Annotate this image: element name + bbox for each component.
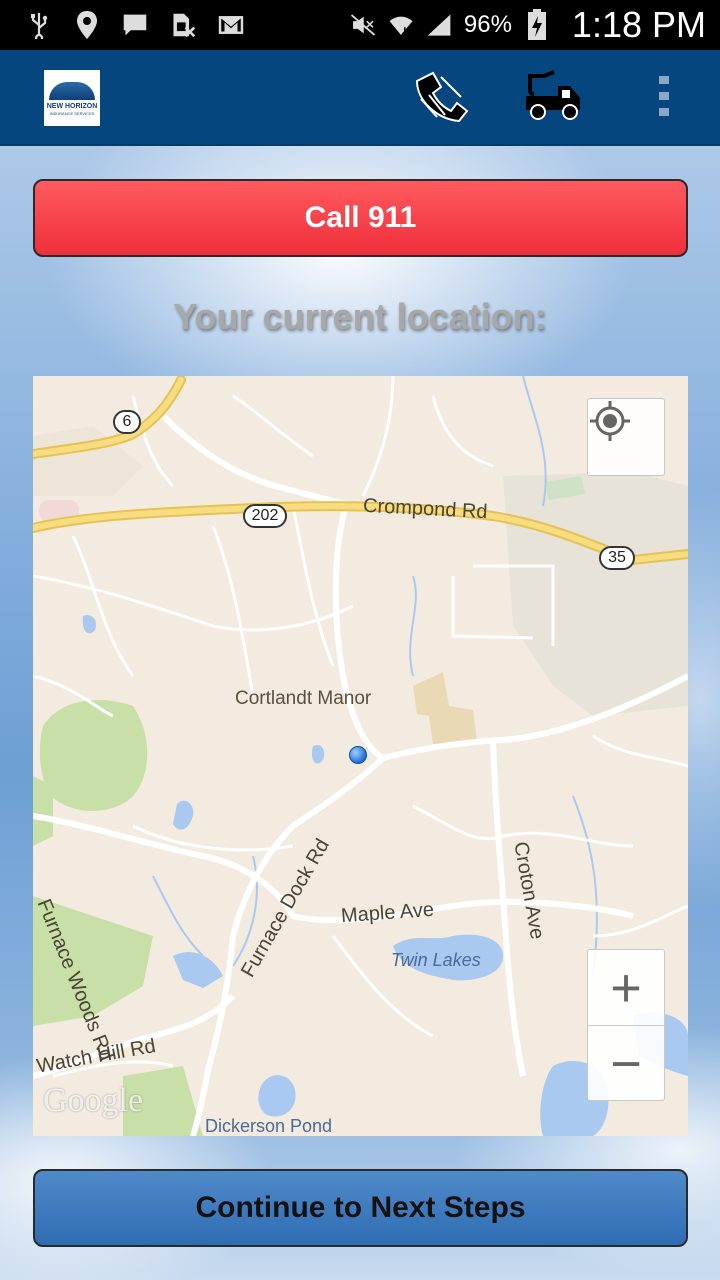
gmail-icon bbox=[218, 11, 244, 39]
location-pin-icon bbox=[74, 11, 100, 39]
google-attribution: Google bbox=[43, 1082, 144, 1119]
battery-charging-icon bbox=[524, 9, 550, 40]
company-logo: NEW HORIZON INSURANCE SERVICES bbox=[44, 70, 100, 126]
current-location-label: Your current location: bbox=[173, 296, 547, 337]
logo-name: NEW HORIZON bbox=[46, 103, 98, 110]
message-icon bbox=[122, 11, 148, 39]
app-bar: NEW HORIZON INSURANCE SERVICES bbox=[0, 50, 720, 146]
battery-percent: 96% bbox=[463, 11, 512, 38]
map-label-dickerson-pond: Dickerson Pond bbox=[205, 1116, 333, 1136]
tow-truck-button[interactable] bbox=[524, 68, 584, 128]
my-location-button[interactable] bbox=[587, 398, 665, 476]
clock: 1:18 PM bbox=[571, 4, 706, 45]
zoom-controls: + − bbox=[587, 949, 665, 1101]
logo-arc bbox=[49, 82, 95, 100]
call-agent-button[interactable] bbox=[410, 68, 470, 128]
map-label-twin-lakes: Twin Lakes bbox=[391, 950, 481, 970]
tow-truck-icon bbox=[524, 69, 584, 127]
location-map[interactable]: 6 202 35 Crompond Rd Cortlandt Manor Fur… bbox=[33, 376, 688, 1136]
overflow-menu-button[interactable] bbox=[634, 68, 694, 128]
signal-icon bbox=[426, 11, 452, 39]
map-label-cortlandt-manor: Cortlandt Manor bbox=[235, 688, 372, 709]
zoom-out-button[interactable]: − bbox=[588, 1026, 664, 1102]
mute-icon bbox=[350, 11, 376, 39]
route-6-shield: 6 bbox=[113, 410, 141, 434]
route-202-shield: 202 bbox=[243, 504, 287, 528]
usb-icon bbox=[26, 11, 52, 39]
logo-subtitle: INSURANCE SERVICES bbox=[49, 111, 95, 116]
wifi-icon bbox=[388, 11, 414, 39]
overflow-menu-icon bbox=[658, 74, 670, 123]
phone-icon bbox=[411, 69, 469, 128]
zoom-in-button[interactable]: + bbox=[588, 950, 664, 1026]
status-bar: 96% 1:18 PM bbox=[0, 0, 720, 50]
route-35-shield: 35 bbox=[599, 546, 635, 570]
sim-error-icon bbox=[170, 11, 196, 39]
current-location-marker bbox=[349, 746, 367, 764]
continue-button[interactable]: Continue to Next Steps bbox=[33, 1169, 688, 1247]
call-911-button[interactable]: Call 911 bbox=[33, 179, 688, 257]
